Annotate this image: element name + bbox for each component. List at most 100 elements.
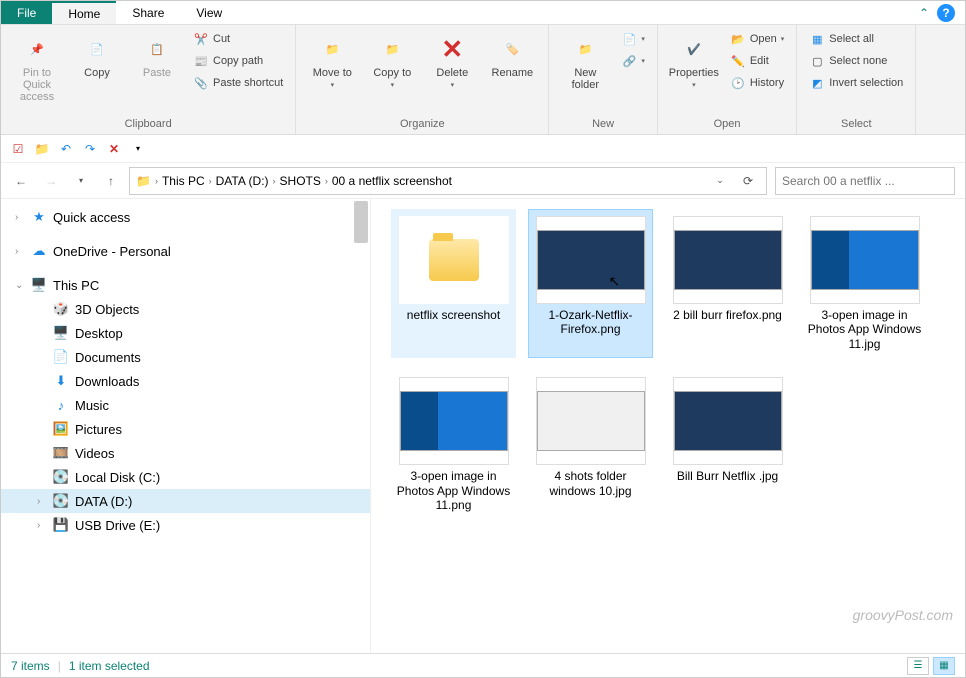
address-dropdown-button[interactable]: ⌄ <box>708 169 732 193</box>
file-item[interactable]: Bill Burr Netflix .jpg <box>665 370 790 519</box>
content-pane[interactable]: netflix screenshot ↖ 1-Ozark-Netflix-Fir… <box>371 199 965 653</box>
tree-local-disk-c[interactable]: 💽Local Disk (C:) <box>1 465 370 489</box>
tab-file[interactable]: File <box>1 1 52 24</box>
items-grid: netflix screenshot ↖ 1-Ozark-Netflix-Fir… <box>391 209 945 519</box>
file-name: 3-open image in Photos App Windows 11.jp… <box>807 308 922 351</box>
minimize-ribbon-icon[interactable]: ⌃ <box>919 6 929 20</box>
tree-desktop[interactable]: 🖥️Desktop <box>1 321 370 345</box>
tree-onedrive[interactable]: ›☁OneDrive - Personal <box>1 239 370 263</box>
easy-access-button[interactable]: 🔗▾ <box>617 51 649 71</box>
file-item-folder[interactable]: netflix screenshot <box>391 209 516 358</box>
edit-icon: ✏️ <box>730 53 746 69</box>
folder-icon: 📁 <box>136 174 151 188</box>
chevron-down-icon[interactable]: ⌄ <box>15 280 25 291</box>
tree-documents[interactable]: 📄Documents <box>1 345 370 369</box>
status-bar: 7 items | 1 item selected ☰ ▦ <box>1 653 965 677</box>
properties-button[interactable]: ✔️Properties▾ <box>666 29 722 93</box>
search-input[interactable] <box>782 174 948 188</box>
tree-usb-drive-e[interactable]: ›💾USB Drive (E:) <box>1 513 370 537</box>
file-item[interactable]: 2 bill burr firefox.png <box>665 209 790 358</box>
refresh-button[interactable]: ⟳ <box>736 169 760 193</box>
qat-undo-icon[interactable]: ↶ <box>57 140 75 158</box>
pin-to-quick-access-button[interactable]: 📌Pin to Quick access <box>9 29 65 107</box>
invert-selection-button[interactable]: ◩Invert selection <box>805 73 907 93</box>
tab-view[interactable]: View <box>180 1 238 24</box>
cut-icon: ✂️ <box>193 31 209 47</box>
tree-3d-objects[interactable]: 🎲3D Objects <box>1 297 370 321</box>
thumbnails-view-button[interactable]: ▦ <box>933 657 955 675</box>
file-item[interactable]: 3-open image in Photos App Windows 11.jp… <box>802 209 927 358</box>
qat-redo-icon[interactable]: ↷ <box>81 140 99 158</box>
chevron-right-icon[interactable]: › <box>155 176 158 186</box>
back-button[interactable]: ← <box>11 171 31 191</box>
tree-downloads[interactable]: ⬇Downloads <box>1 369 370 393</box>
delete-button[interactable]: ✕Delete▾ <box>424 29 480 93</box>
file-item[interactable]: 4 shots folder windows 10.jpg <box>528 370 653 519</box>
navigation-pane[interactable]: ›★Quick access ›☁OneDrive - Personal ⌄🖥️… <box>1 199 371 653</box>
select-none-button[interactable]: ▢Select none <box>805 51 907 71</box>
qat-folder-icon[interactable]: 📁 <box>33 140 51 158</box>
qat-check-icon[interactable]: ☑ <box>9 140 27 158</box>
move-to-button[interactable]: 📁Move to▾ <box>304 29 360 93</box>
forward-button[interactable]: → <box>41 171 61 191</box>
chevron-right-icon[interactable]: › <box>37 520 47 531</box>
copy-button[interactable]: 📄Copy <box>69 29 125 83</box>
file-name: netflix screenshot <box>407 308 500 322</box>
copypath-icon: 📰 <box>193 53 209 69</box>
crumb-current[interactable]: 00 a netflix screenshot <box>332 174 452 188</box>
up-button[interactable]: ↑ <box>101 171 121 191</box>
group-clipboard-label: Clipboard <box>9 116 287 132</box>
open-button[interactable]: 📂Open▾ <box>726 29 788 49</box>
copy-path-button[interactable]: 📰Copy path <box>189 51 287 71</box>
ribbon-tabs: File Home Share View ⌃ ? <box>1 1 965 25</box>
qat-customize-icon[interactable]: ▾ <box>129 140 147 158</box>
paste-button[interactable]: 📋Paste <box>129 29 185 83</box>
open-icon: 📂 <box>730 31 746 47</box>
tree-data-d[interactable]: ›💽DATA (D:) <box>1 489 370 513</box>
recent-locations-button[interactable]: ▾ <box>71 171 91 191</box>
file-name: Bill Burr Netflix .jpg <box>677 469 778 483</box>
file-name: 3-open image in Photos App Windows 11.pn… <box>396 469 511 512</box>
chevron-right-icon[interactable]: › <box>15 212 25 223</box>
copy-to-button[interactable]: 📁Copy to▾ <box>364 29 420 93</box>
newfolder-icon: 📁 <box>569 33 601 65</box>
delete-icon: ✕ <box>436 33 468 65</box>
shortcut-icon: 📎 <box>193 75 209 91</box>
chevron-right-icon[interactable]: › <box>273 176 276 186</box>
file-item[interactable]: 3-open image in Photos App Windows 11.pn… <box>391 370 516 519</box>
crumb-thispc[interactable]: This PC <box>162 174 205 188</box>
tree-videos[interactable]: 🎞️Videos <box>1 441 370 465</box>
tree-pictures[interactable]: 🖼️Pictures <box>1 417 370 441</box>
file-item[interactable]: ↖ 1-Ozark-Netflix-Firefox.png <box>528 209 653 358</box>
cut-button[interactable]: ✂️Cut <box>189 29 287 49</box>
edit-button[interactable]: ✏️Edit <box>726 51 788 71</box>
scrollbar-thumb[interactable] <box>354 201 368 243</box>
chevron-right-icon[interactable]: › <box>325 176 328 186</box>
help-icon[interactable]: ? <box>937 4 955 22</box>
address-bar[interactable]: 📁 › This PC › DATA (D:) › SHOTS › 00 a n… <box>129 167 767 195</box>
details-view-button[interactable]: ☰ <box>907 657 929 675</box>
rename-button[interactable]: 🏷️Rename <box>484 29 540 83</box>
qat-delete-icon[interactable]: ✕ <box>105 140 123 158</box>
history-button[interactable]: 🕑History <box>726 73 788 93</box>
tree-music[interactable]: ♪Music <box>1 393 370 417</box>
select-all-button[interactable]: ▦Select all <box>805 29 907 49</box>
videos-icon: 🎞️ <box>53 445 69 461</box>
tab-home[interactable]: Home <box>52 1 116 24</box>
image-thumbnail <box>673 216 783 304</box>
chevron-right-icon[interactable]: › <box>37 496 47 507</box>
new-item-button[interactable]: 📄▾ <box>617 29 649 49</box>
group-new-label: New <box>557 116 649 132</box>
crumb-drive[interactable]: DATA (D:) <box>216 174 269 188</box>
tree-quick-access[interactable]: ›★Quick access <box>1 205 370 229</box>
chevron-right-icon[interactable]: › <box>15 246 25 257</box>
paste-shortcut-button[interactable]: 📎Paste shortcut <box>189 73 287 93</box>
pictures-icon: 🖼️ <box>53 421 69 437</box>
crumb-shots[interactable]: SHOTS <box>280 174 321 188</box>
new-folder-button[interactable]: 📁New folder <box>557 29 613 95</box>
search-box[interactable] <box>775 167 955 195</box>
address-row: ← → ▾ ↑ 📁 › This PC › DATA (D:) › SHOTS … <box>1 163 965 199</box>
chevron-right-icon[interactable]: › <box>209 176 212 186</box>
tree-this-pc[interactable]: ⌄🖥️This PC <box>1 273 370 297</box>
tab-share[interactable]: Share <box>116 1 180 24</box>
